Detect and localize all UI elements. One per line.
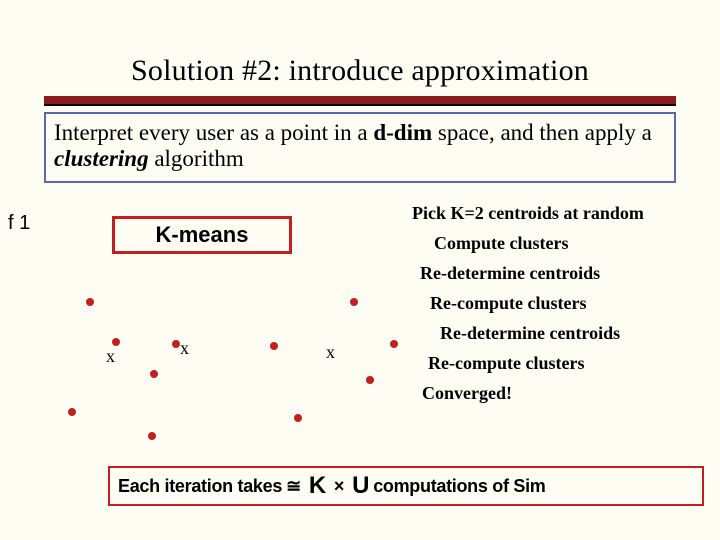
- title-underline: [44, 96, 676, 106]
- step-3: Re-determine centroids: [412, 264, 712, 282]
- data-point: [294, 414, 302, 422]
- data-point: [350, 298, 358, 306]
- interp-mid: space, and then apply a: [432, 120, 652, 145]
- data-point: [366, 376, 374, 384]
- kmeans-box: K-means: [112, 216, 292, 254]
- interp-em: clustering: [54, 146, 149, 171]
- interp-pre: Interpret every user as a point in a: [54, 120, 373, 145]
- slide-title: Solution #2: introduce approximation: [0, 54, 720, 88]
- complexity-box: Each iteration takes ≅ K × U computation…: [108, 466, 704, 506]
- interpretation-box: Interpret every user as a point in a d-d…: [44, 112, 676, 183]
- data-point: [270, 342, 278, 350]
- foot-post: computations of Sim: [373, 476, 545, 497]
- kmeans-label: K-means: [156, 222, 249, 248]
- step-4: Re-compute clusters: [412, 294, 712, 312]
- times-symbol: ×: [334, 476, 344, 497]
- data-point: [86, 298, 94, 306]
- step-1: Pick K=2 centroids at random: [412, 204, 712, 222]
- step-2: Compute clusters: [412, 234, 712, 252]
- interp-post: algorithm: [149, 146, 244, 171]
- centroid-marker: x: [180, 338, 189, 359]
- data-point: [112, 338, 120, 346]
- approx-symbol: ≅: [286, 476, 301, 497]
- step-6: Re-compute clusters: [412, 354, 712, 372]
- data-point: [68, 408, 76, 416]
- interp-bold: d-dim: [373, 120, 432, 145]
- step-7: Converged!: [412, 384, 712, 402]
- centroid-marker: x: [106, 346, 115, 367]
- foot-pre: Each iteration takes: [118, 476, 282, 497]
- data-point: [172, 340, 180, 348]
- data-point: [390, 340, 398, 348]
- foot-u: U: [352, 472, 369, 500]
- step-5: Re-determine centroids: [412, 324, 712, 342]
- foot-k: K: [309, 472, 326, 500]
- data-point: [150, 370, 158, 378]
- centroid-marker: x: [326, 342, 335, 363]
- algorithm-steps: Pick K=2 centroids at random Compute clu…: [412, 204, 712, 414]
- axis-label-f1: f 1: [8, 212, 30, 235]
- slide: Solution #2: introduce approximation Int…: [0, 0, 720, 540]
- data-point: [148, 432, 156, 440]
